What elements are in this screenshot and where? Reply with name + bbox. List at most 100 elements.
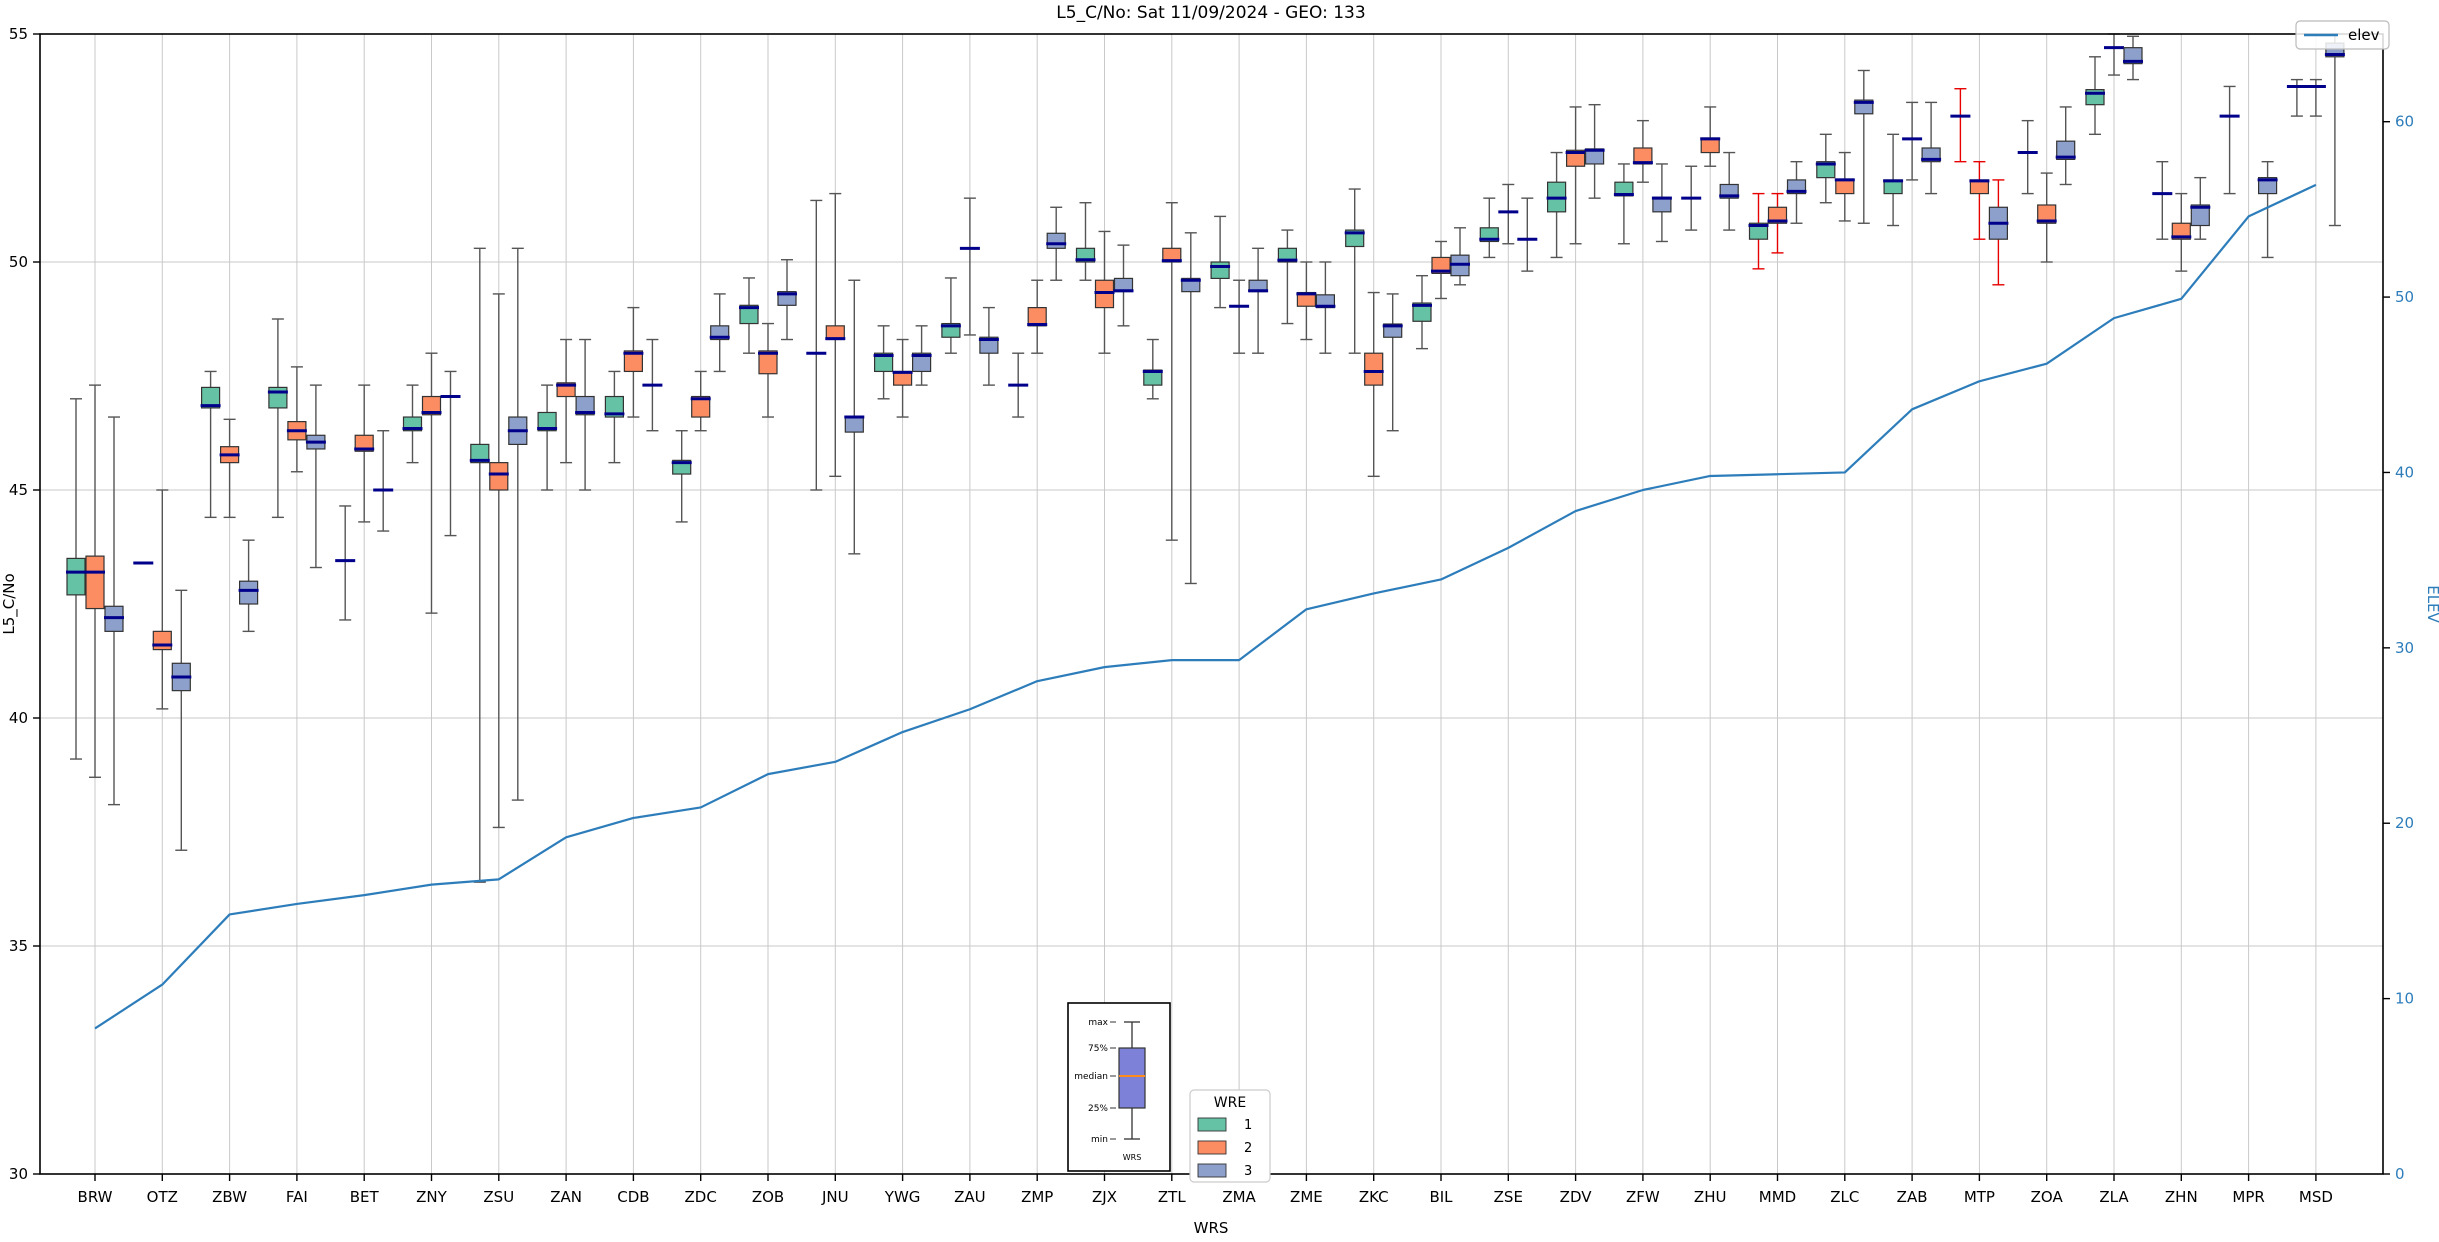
box-wre1-ZAU bbox=[941, 278, 961, 353]
iqr-box bbox=[86, 556, 104, 608]
inset-label-25%: 25% bbox=[1088, 1104, 1108, 1114]
box-wre2-BIL bbox=[1431, 241, 1451, 298]
box-wre1-BIL bbox=[1412, 276, 1432, 349]
xtick-label-ZDC: ZDC bbox=[685, 1188, 717, 1206]
box-wre3-ZAU bbox=[979, 308, 999, 386]
box-wre1-ZBW bbox=[201, 371, 221, 517]
y2tick-label-40: 40 bbox=[2395, 463, 2414, 481]
chart-title: L5_C/No: Sat 11/09/2024 - GEO: 133 bbox=[1056, 3, 1365, 23]
box-wre2-ZSE bbox=[1498, 184, 1518, 243]
box-wre2-ZLA bbox=[2104, 34, 2124, 75]
box-wre1-ZAN bbox=[537, 385, 557, 490]
inset-box bbox=[1119, 1048, 1145, 1108]
wre-legend-title: WRE bbox=[1214, 1095, 1246, 1111]
elev-legend[interactable]: elev bbox=[2296, 21, 2389, 49]
xtick-label-MPR: MPR bbox=[2232, 1188, 2264, 1206]
box-wre2-FAI bbox=[287, 367, 307, 472]
elev-legend-label: elev bbox=[2348, 26, 2380, 44]
y2-axis-label: ELEV bbox=[2424, 585, 2439, 623]
box-wre3-FAI bbox=[306, 385, 326, 567]
xtick-label-BET: BET bbox=[350, 1188, 380, 1206]
box-wre3-BIL bbox=[1450, 228, 1470, 285]
y-axis-label: L5_C/No bbox=[0, 573, 19, 634]
iqr-box bbox=[1211, 262, 1229, 278]
box-wre2-ZME bbox=[1296, 262, 1316, 340]
y2tick-label-30: 30 bbox=[2395, 639, 2414, 657]
box-wre3-ZAN bbox=[575, 340, 595, 490]
box-wre2-MSD bbox=[2306, 80, 2326, 116]
box-wre2-ZAB bbox=[1902, 102, 1922, 180]
box-wre2-ZJX bbox=[1095, 231, 1115, 353]
xtick-label-JNU: JNU bbox=[821, 1188, 849, 1206]
xtick-label-ZME: ZME bbox=[1290, 1188, 1323, 1206]
box-wre1-ZMP bbox=[1008, 353, 1028, 417]
xtick-label-BIL: BIL bbox=[1429, 1188, 1453, 1206]
box-wre1-ZDV bbox=[1547, 153, 1567, 258]
y2tick-label-60: 60 bbox=[2395, 113, 2414, 131]
box-wre3-ZSE bbox=[1517, 198, 1537, 271]
boxplot-key-inset: max75%median25%minWRS bbox=[1068, 1003, 1170, 1171]
box-wre3-ZDC bbox=[710, 294, 730, 372]
xtick-label-ZLC: ZLC bbox=[1830, 1188, 1859, 1206]
xtick-label-ZAB: ZAB bbox=[1897, 1188, 1928, 1206]
box-wre2-ZHU bbox=[1700, 107, 1720, 166]
box-wre1-ZOB bbox=[739, 278, 759, 353]
boxplot-chart: L5_C/No: Sat 11/09/2024 - GEO: 133 55504… bbox=[0, 0, 2439, 1238]
box-data-layer bbox=[66, 34, 2345, 882]
ytick-label-30: 30 bbox=[9, 1165, 28, 1183]
box-wre2-OTZ bbox=[152, 490, 172, 709]
box-wre2-ZDC bbox=[691, 371, 711, 430]
wre-swatch-3 bbox=[1198, 1164, 1226, 1177]
iqr-box bbox=[1365, 353, 1383, 385]
ytick-label-35: 35 bbox=[9, 937, 28, 955]
box-wre3-ZLC bbox=[1854, 70, 1874, 223]
box-wre3-ZBW bbox=[239, 540, 259, 631]
xtick-label-ZMP: ZMP bbox=[1021, 1188, 1053, 1206]
xtick-label-ZBW: ZBW bbox=[212, 1188, 247, 1206]
plot-frame bbox=[40, 34, 2383, 1174]
xtick-label-BRW: BRW bbox=[78, 1188, 113, 1206]
box-wre2-ZFW bbox=[1633, 121, 1653, 183]
box-wre2-ZAN bbox=[556, 340, 576, 463]
xtick-label-YWG: YWG bbox=[884, 1188, 921, 1206]
box-wre2-ZLC bbox=[1835, 153, 1855, 221]
box-wre2-ZMA bbox=[1229, 280, 1249, 353]
iqr-box bbox=[240, 581, 258, 604]
box-wre3-ZOB bbox=[777, 260, 797, 340]
box-wre1-FAI bbox=[268, 319, 288, 517]
box-wre1-BRW bbox=[66, 399, 86, 759]
iqr-box bbox=[67, 558, 85, 594]
xtick-label-ZDV: ZDV bbox=[1560, 1188, 1593, 1206]
box-wre1-BET bbox=[335, 506, 355, 620]
box-wre2-ZDV bbox=[1566, 107, 1586, 244]
xtick-label-FAI: FAI bbox=[286, 1188, 308, 1206]
gridlines bbox=[40, 34, 2383, 1174]
box-wre2-ZOA bbox=[2037, 173, 2057, 262]
box-wre1-ZLA bbox=[2085, 57, 2105, 135]
box-wre3-ZKC bbox=[1383, 294, 1403, 431]
box-wre3-ZJX bbox=[1114, 245, 1134, 326]
box-wre3-CDB bbox=[642, 340, 662, 431]
inset-label-75%: 75% bbox=[1088, 1044, 1108, 1054]
box-wre1-ZSU bbox=[470, 248, 490, 882]
box-wre1-ZKC bbox=[1345, 189, 1365, 353]
box-wre2-BET bbox=[354, 385, 374, 522]
box-wre3-ZSU bbox=[508, 248, 528, 800]
ytick-label-40: 40 bbox=[9, 709, 28, 727]
box-wre3-ZNY bbox=[441, 371, 461, 535]
wre-swatch-1 bbox=[1198, 1118, 1226, 1131]
y2tick-label-50: 50 bbox=[2395, 288, 2414, 306]
box-wre1-ZSE bbox=[1479, 198, 1499, 257]
box-wre2-CDB bbox=[623, 308, 643, 417]
box-wre2-ZMP bbox=[1027, 280, 1047, 353]
xtick-label-ZOB: ZOB bbox=[752, 1188, 784, 1206]
box-wre1-MTP bbox=[1950, 89, 1970, 162]
xtick-label-ZAN: ZAN bbox=[550, 1188, 582, 1206]
box-wre1-ZDC bbox=[672, 431, 692, 522]
xtick-label-ZLA: ZLA bbox=[2099, 1188, 2129, 1206]
xtick-label-ZSU: ZSU bbox=[483, 1188, 514, 1206]
inset-label-max: max bbox=[1088, 1018, 1108, 1028]
axes-frame bbox=[40, 34, 2383, 1174]
box-wre1-MPR bbox=[2220, 86, 2240, 193]
xtick-label-ZNY: ZNY bbox=[416, 1188, 447, 1206]
